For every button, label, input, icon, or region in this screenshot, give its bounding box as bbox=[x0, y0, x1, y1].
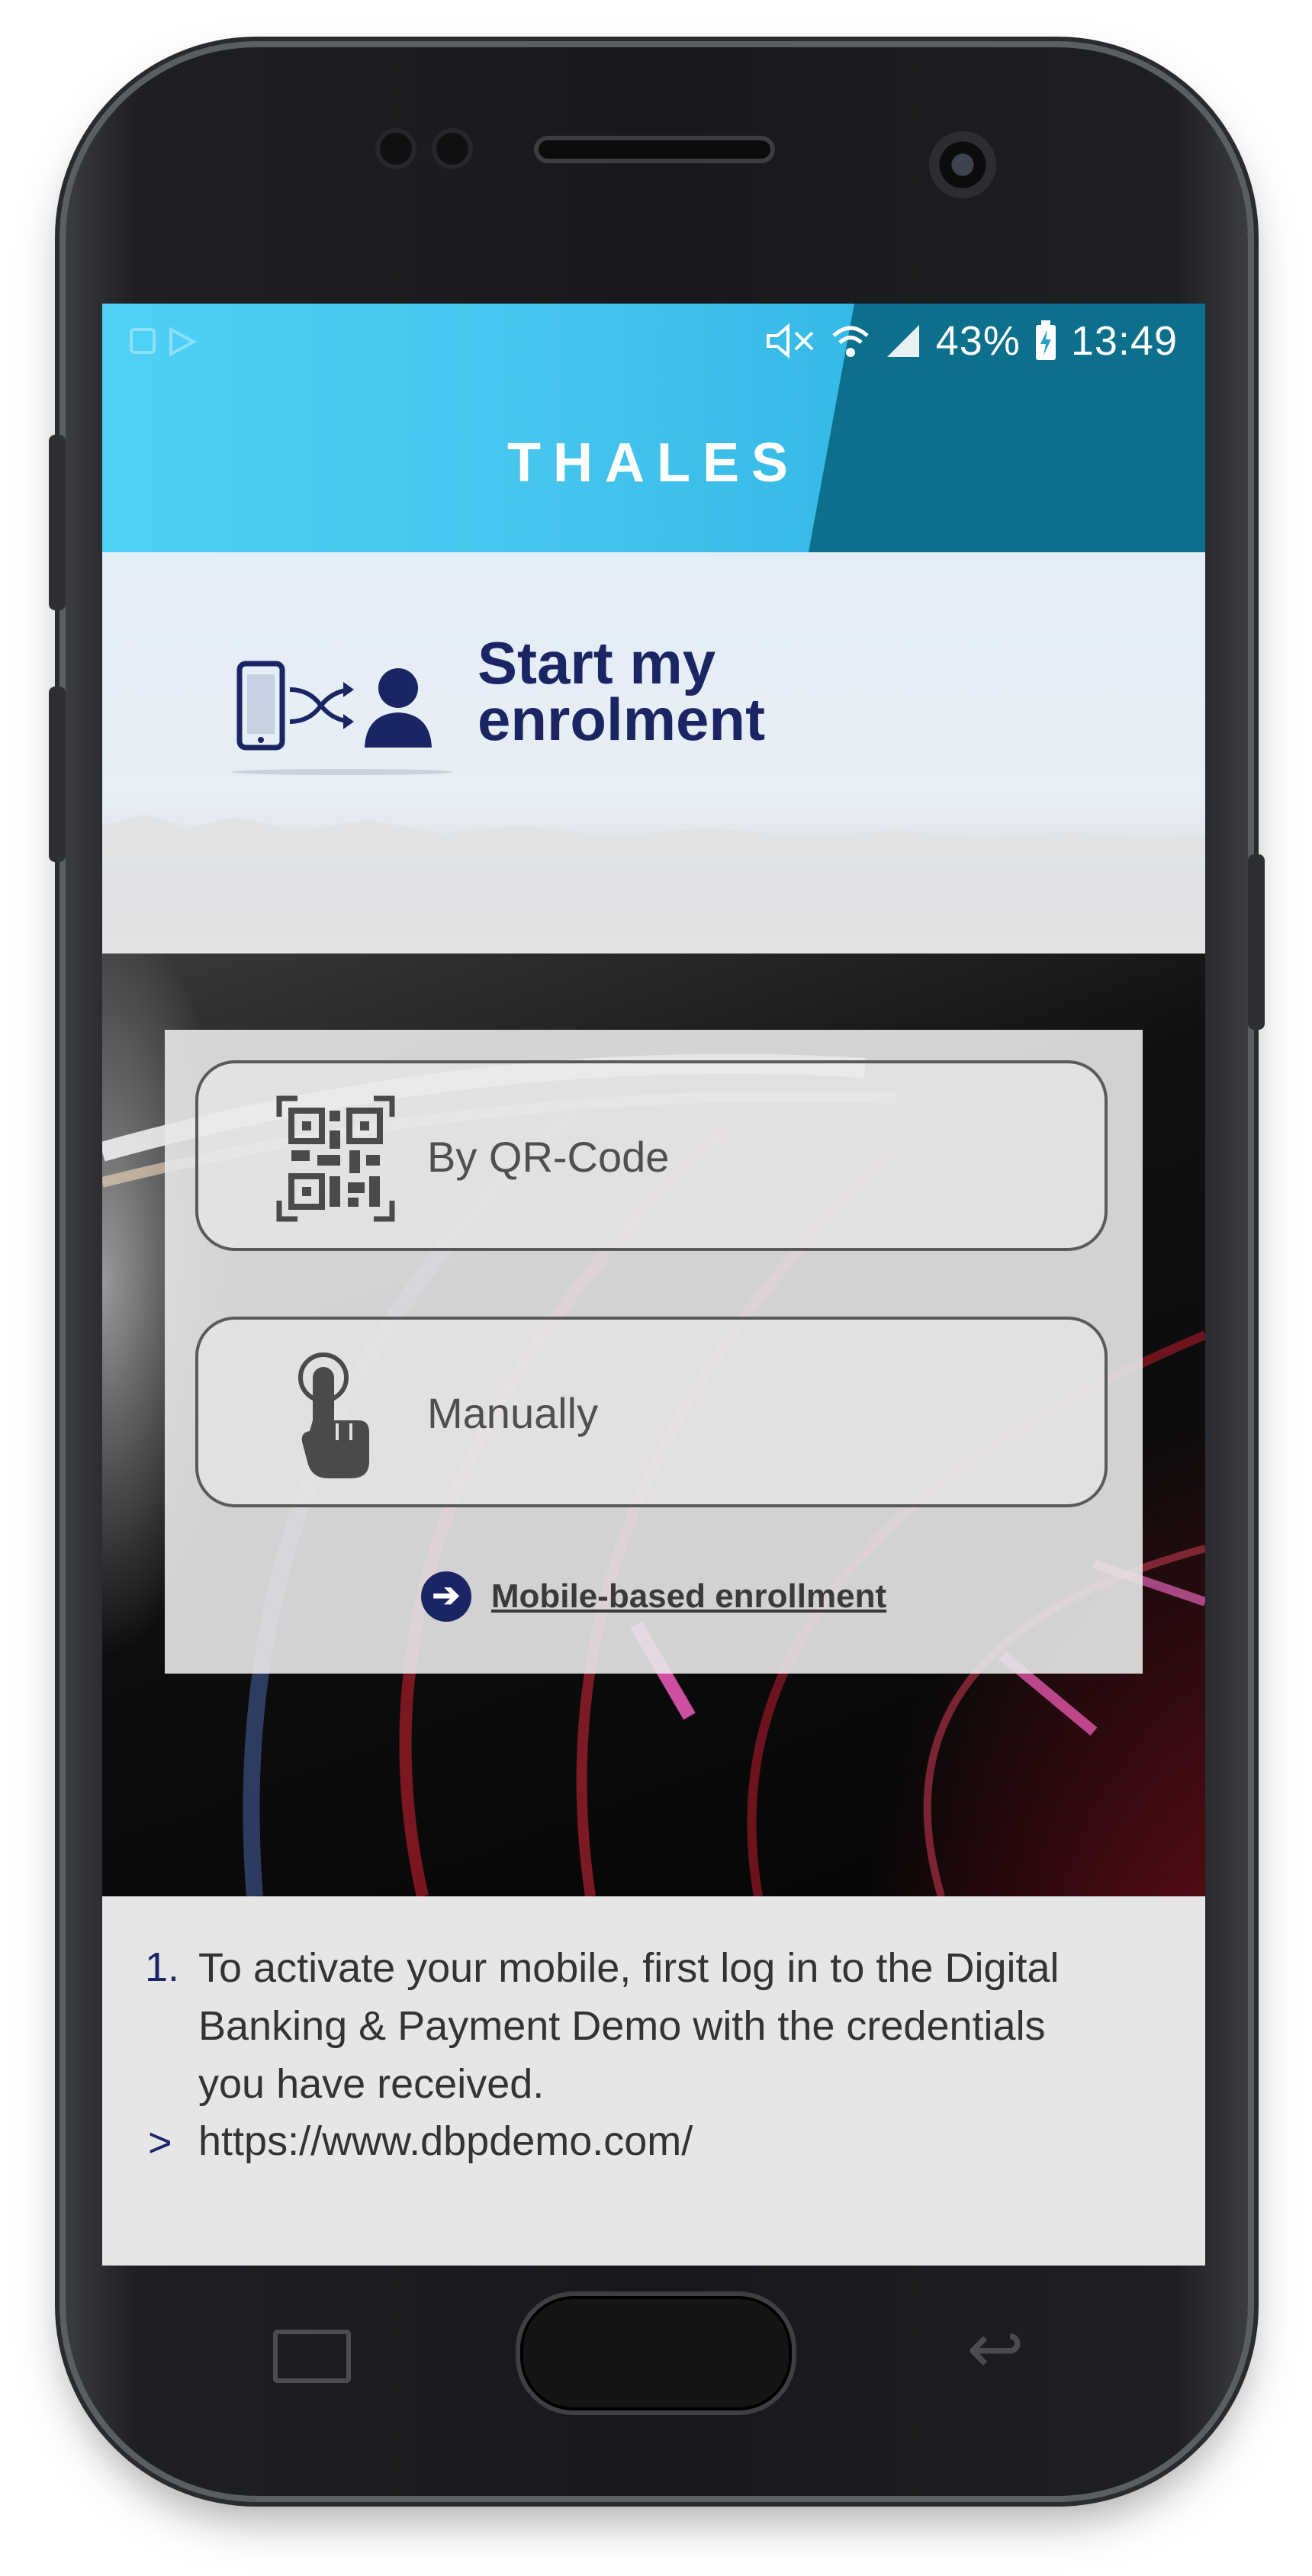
qr-code-icon bbox=[276, 1095, 395, 1222]
home-button[interactable] bbox=[520, 2296, 792, 2410]
earpiece-speaker bbox=[534, 136, 775, 163]
thales-logo: THALES bbox=[507, 433, 800, 494]
tap-finger-icon bbox=[298, 1352, 369, 1478]
qr-code-button[interactable]: By QR-Code bbox=[195, 1060, 1108, 1251]
front-camera bbox=[929, 131, 996, 198]
manual-entry-button[interactable]: Manually bbox=[195, 1317, 1108, 1507]
volume-down-button bbox=[49, 687, 66, 862]
link-marker: > bbox=[148, 2120, 172, 2166]
volume-up-button bbox=[49, 435, 66, 610]
mute-icon bbox=[766, 323, 814, 359]
signal-icon bbox=[886, 325, 919, 357]
icon-shadow bbox=[232, 769, 453, 775]
clock: 13:49 bbox=[1070, 318, 1178, 364]
qr-code-button-label: By QR-Code bbox=[427, 1133, 670, 1181]
app-header: 43% 13:49 THALES bbox=[102, 304, 1205, 552]
page-title: Start my enrolment bbox=[478, 629, 766, 753]
step-number: 1. bbox=[145, 1944, 180, 1990]
notification-icons bbox=[130, 326, 198, 357]
back-key-icon[interactable]: ↩ bbox=[946, 2315, 1045, 2384]
recent-apps-key[interactable] bbox=[273, 2330, 351, 2383]
demo-url-link[interactable]: https://www.dbpdemo.com/ bbox=[198, 2118, 693, 2165]
light-sensor bbox=[432, 128, 473, 169]
arrow-circle-right-icon: ➔ bbox=[420, 1571, 471, 1622]
mobile-based-enrollment-link[interactable]: ➔ Mobile-based enrollment bbox=[165, 1571, 1143, 1622]
title-line-1: Start my bbox=[478, 629, 716, 696]
enrolment-options-panel: By QR-Code Manually ➔ Mobile-based enrol… bbox=[165, 1030, 1143, 1674]
instructions-text: To activate your mobile, first log in to… bbox=[198, 1945, 1060, 2107]
status-bar: 43% 13:49 bbox=[102, 304, 1205, 380]
battery-charging-icon bbox=[1035, 320, 1056, 360]
power-button bbox=[1248, 854, 1265, 1030]
app-screen: 43% 13:49 THALES Start my enrolment By Q… bbox=[102, 304, 1205, 2266]
proximity-sensor bbox=[375, 128, 416, 169]
treeline-graphic bbox=[102, 815, 1205, 857]
mobile-based-enrollment-label: Mobile-based enrollment bbox=[490, 1577, 887, 1615]
manual-entry-button-label: Manually bbox=[427, 1389, 599, 1437]
enrolment-banner: Start my enrolment bbox=[102, 552, 1205, 954]
phone-to-user-icon bbox=[236, 661, 432, 751]
instructions-section: 1. To activate your mobile, first log in… bbox=[102, 1896, 1205, 2266]
battery-percent: 43% bbox=[935, 318, 1021, 364]
wifi-icon bbox=[832, 326, 869, 357]
title-line-2: enrolment bbox=[478, 686, 766, 753]
